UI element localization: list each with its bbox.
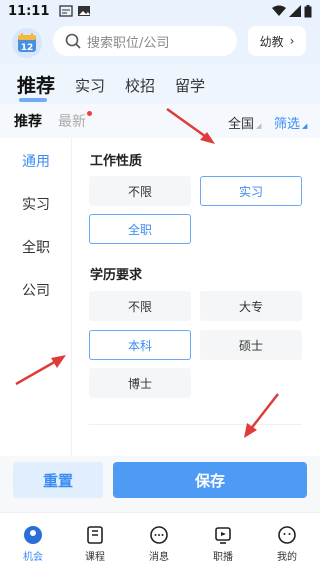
nav-item-live[interactable]: 职播 xyxy=(198,525,248,563)
sub-tabs: 推荐 最新 全国 ◢ 筛选 ◢ xyxy=(0,104,320,138)
side-item-fulltime[interactable]: 全职 xyxy=(0,237,72,257)
section-title-work-type: 工作性质 xyxy=(90,154,143,169)
nav-item-messages[interactable]: 消息 xyxy=(134,525,184,563)
search-icon xyxy=(65,33,81,49)
nav-item-courses[interactable]: 课程 xyxy=(70,525,120,563)
option-edu-bachelor[interactable]: 本科 xyxy=(89,330,191,360)
live-broadcast-icon xyxy=(215,527,231,544)
search-placeholder: 搜索职位/公司 xyxy=(87,35,170,51)
status-bar: 11:11 xyxy=(0,0,320,22)
subtab-latest-label: 最新 xyxy=(58,114,86,130)
nav-label: 课程 xyxy=(85,552,105,563)
nav-item-profile[interactable]: 我的 xyxy=(262,525,312,563)
subtab-latest[interactable]: 最新 xyxy=(58,111,92,131)
annotation-arrow xyxy=(15,355,66,386)
section-title-education: 学历要求 xyxy=(90,268,143,283)
reset-button[interactable]: 重置 xyxy=(13,462,103,498)
option-edu-doctor[interactable]: 博士 xyxy=(89,368,191,398)
nav-label: 职播 xyxy=(213,552,233,563)
tab-study-abroad[interactable]: 留学 xyxy=(175,75,205,104)
save-button[interactable]: 保存 xyxy=(113,462,307,498)
category-selector-button[interactable]: 幼教 › xyxy=(248,26,306,56)
triangle-down-icon: ◢ xyxy=(256,122,262,130)
triangle-down-icon: ◢ xyxy=(302,122,308,130)
chevron-right-icon: › xyxy=(289,34,295,48)
side-item-internship[interactable]: 实习 xyxy=(0,194,72,214)
filter-label: 筛选 xyxy=(274,117,301,132)
nav-item-opportunity[interactable]: 机会 xyxy=(8,525,58,563)
main-tabs: 推荐 实习 校招 留学 xyxy=(0,64,320,104)
status-time: 11:11 xyxy=(8,3,50,19)
tab-recommended[interactable]: 推荐 xyxy=(17,71,55,104)
nav-label: 机会 xyxy=(23,552,43,563)
opportunity-icon xyxy=(24,526,42,544)
side-item-company[interactable]: 公司 xyxy=(0,280,72,300)
option-work-type-internship[interactable]: 实习 xyxy=(200,176,302,206)
subtab-recommended[interactable]: 推荐 xyxy=(14,111,42,131)
annotation-arrow xyxy=(166,107,215,144)
category-label: 幼教 xyxy=(259,34,284,49)
nav-label: 我的 xyxy=(277,552,297,563)
side-item-general[interactable]: 通用 xyxy=(0,151,72,171)
top-header: 12 搜索职位/公司 幼教 › xyxy=(0,22,320,64)
option-edu-college[interactable]: 大专 xyxy=(200,291,302,321)
nav-label: 消息 xyxy=(149,552,169,563)
new-badge-dot xyxy=(87,111,92,116)
wifi-icon xyxy=(272,5,286,16)
filter-button[interactable]: 筛选 ◢ xyxy=(274,113,307,132)
filter-footer: 重置 保存 xyxy=(0,456,320,512)
profile-icon xyxy=(278,526,296,544)
tab-campus-recruit[interactable]: 校招 xyxy=(125,75,155,104)
calendar-day: 12 xyxy=(21,43,34,53)
bottom-nav: 机会 课程 消息 职播 我的 xyxy=(0,512,320,568)
notification-icon xyxy=(59,5,74,17)
book-icon xyxy=(87,526,103,544)
region-label: 全国 xyxy=(228,117,255,132)
status-right-icons xyxy=(272,4,312,18)
search-input[interactable]: 搜索职位/公司 xyxy=(53,26,237,56)
region-filter[interactable]: 全国 ◢ xyxy=(228,113,261,132)
filter-side-menu: 通用 实习 全职 公司 xyxy=(0,138,72,456)
calendar-icon[interactable]: 12 xyxy=(12,28,42,58)
option-work-type-any[interactable]: 不限 xyxy=(89,176,191,206)
battery-icon xyxy=(304,4,312,17)
image-icon xyxy=(78,6,91,16)
message-icon xyxy=(150,526,168,544)
signal-icon xyxy=(289,5,301,17)
option-edu-master[interactable]: 硕士 xyxy=(200,330,302,360)
option-work-type-fulltime[interactable]: 全职 xyxy=(89,214,191,244)
annotation-arrow xyxy=(244,393,279,438)
option-edu-any[interactable]: 不限 xyxy=(89,291,191,321)
tab-internship[interactable]: 实习 xyxy=(75,75,105,104)
